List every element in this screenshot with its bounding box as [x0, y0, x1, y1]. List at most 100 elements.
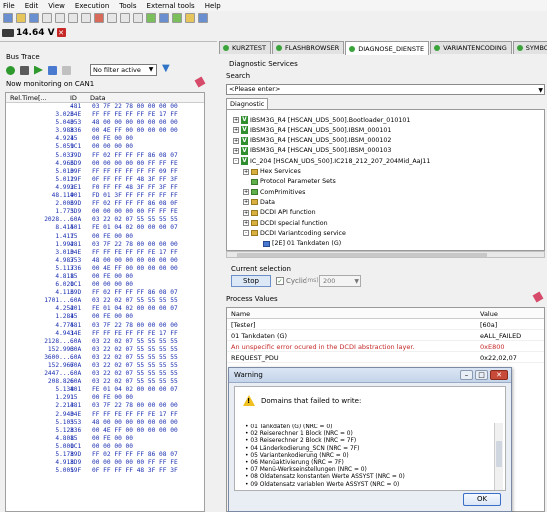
menu-item-tools[interactable]: Tools [119, 2, 136, 10]
menu-item-execution[interactable]: Execution [75, 2, 109, 10]
disconnect-icon[interactable]: ✕ [56, 28, 66, 37]
table-row: 2028.... 60A 03 22 02 07 55 55 55 55 [6, 216, 204, 224]
tree-node[interactable]: + Data [243, 197, 275, 207]
tab-label: VARIANTENCODING [443, 44, 507, 52]
expand-toggle-icon[interactable]: + [233, 127, 239, 134]
eraser-icon[interactable] [194, 76, 206, 88]
trace-id: 15 [70, 232, 78, 240]
expand-toggle-icon[interactable]: + [233, 117, 239, 123]
redo-icon[interactable] [120, 13, 130, 23]
list-item-label: 08 Oldatensatz konstanten Werte ASSYST (… [250, 474, 405, 481]
table-row: 6.020 1C1 00 00 00 00 [6, 281, 204, 289]
pause-icon[interactable] [20, 65, 29, 75]
tab-diagnostic[interactable]: Diagnostic [226, 98, 268, 109]
tree-node[interactable]: - V IC_204 [HSCAN_UDS_500].IC218_212_207_2… [233, 156, 430, 166]
tab-status-icon [516, 45, 523, 51]
tree-node[interactable]: + DCDI API function [243, 208, 316, 218]
find-icon[interactable] [133, 13, 143, 23]
cyclic-label: Cyclic [286, 277, 307, 285]
tree-node[interactable]: - DCDI Variantcoding service [243, 228, 346, 238]
interval-select[interactable]: 200 ▼ [319, 275, 361, 287]
diagnostic-tree[interactable]: + V IBSM3G_R4 [HSCAN_UDS_500].Bootloader_0… [226, 109, 545, 251]
monitor-icon[interactable] [159, 13, 169, 23]
tree-node[interactable]: + V IBSM3G_R4 [HSCAN_UDS_500].IBSM_000102 [233, 136, 391, 146]
copy-icon[interactable] [68, 13, 78, 23]
clear-trace-icon[interactable] [48, 65, 57, 75]
tree-node[interactable]: + DCDI special function [243, 218, 328, 228]
tree-node[interactable]: Protocol Parameter Sets [243, 177, 336, 187]
list-scrollbar[interactable] [494, 423, 503, 490]
tab-variantencoding[interactable]: VARIANTENCODING [430, 41, 512, 54]
table-row: 4.252 401 FE 01 04 02 00 00 00 07 [6, 305, 204, 313]
expand-toggle-icon[interactable]: + [243, 199, 249, 206]
expand-toggle-icon[interactable]: + [233, 147, 239, 154]
print-icon[interactable] [42, 13, 52, 23]
help-icon[interactable] [198, 13, 208, 23]
paste-icon[interactable] [81, 13, 91, 23]
menu-item-file[interactable]: File [3, 2, 15, 10]
trace-id: 481 [70, 240, 82, 248]
undo-icon[interactable] [107, 13, 117, 23]
expand-toggle-icon[interactable]: + [243, 189, 249, 196]
cut-icon[interactable] [55, 13, 65, 23]
cyclic-checkbox[interactable]: ✓ [276, 277, 284, 285]
ecu-variant-icon: V [241, 146, 248, 155]
tools-icon[interactable] [146, 13, 156, 23]
search-input[interactable]: <Please enter> ▼ [226, 84, 545, 95]
trace-data: FE 01 04 02 00 00 00 07 [92, 224, 178, 232]
tree-node[interactable]: + Hex Services [243, 167, 301, 177]
table-row[interactable]: 01 Tankdaten (G) eALL_FAILED [227, 330, 544, 341]
tab-symbo[interactable]: SYMBO [512, 41, 547, 54]
filter-icon[interactable]: ▼ [162, 63, 172, 75]
expand-toggle-icon[interactable]: + [243, 220, 249, 226]
save-icon[interactable] [29, 13, 39, 23]
expand-toggle-icon[interactable]: - [243, 230, 249, 237]
run-icon[interactable] [172, 13, 182, 23]
trace-data: 0F FF FF FF 48 3F FF 3F [92, 175, 178, 183]
delete-icon[interactable] [94, 13, 104, 23]
expand-toggle-icon[interactable]: + [233, 137, 239, 144]
close-button[interactable]: ✕ [490, 370, 508, 380]
tree-node[interactable]: [2E] 01 Tankdaten (G) [255, 239, 341, 249]
tree-node[interactable]: + ComPrimitives [243, 187, 305, 197]
trace-id: 401 [70, 224, 82, 232]
trace-data: 00 FE 00 00 [92, 394, 133, 402]
tab-kurztest[interactable]: KURZTEST [219, 41, 271, 54]
tree-node[interactable]: + V IBSM3G_R4 [HSCAN_UDS_500].Bootloader_0… [233, 115, 410, 125]
trace-id: 481 [70, 321, 82, 329]
menu-item-help[interactable]: Help [205, 2, 221, 10]
menu-item-external-tools[interactable]: External tools [147, 2, 195, 10]
expand-toggle-icon[interactable]: + [243, 168, 249, 175]
expand-toggle-icon[interactable]: - [233, 158, 239, 165]
tree-node[interactable]: + V IBSM3G_R4 [HSCAN_UDS_500].IBSM_000101 [233, 125, 391, 135]
settings-icon[interactable] [185, 13, 195, 23]
table-row[interactable]: REQUEST_PDU 0x22,02,07 [227, 352, 544, 363]
ok-button[interactable]: OK [463, 493, 501, 506]
bus-trace-table[interactable]: Rel.Time[... ID Data -481 03 7F 22 78 00 … [5, 92, 205, 512]
tab-diagnose_dienste[interactable]: DIAGNOSE_DIENSTE [345, 41, 430, 55]
record-icon[interactable] [6, 65, 15, 75]
menu-item-view[interactable]: View [48, 2, 65, 10]
play-icon[interactable] [34, 65, 43, 75]
menu-item-edit[interactable]: Edit [25, 2, 39, 10]
trace-id: 60A [70, 337, 82, 345]
expand-toggle-icon[interactable]: + [243, 209, 249, 216]
maximize-button[interactable]: □ [475, 370, 488, 380]
open-folder-icon[interactable] [16, 13, 26, 23]
stop-button[interactable]: Stop [231, 275, 271, 287]
minimize-button[interactable]: – [460, 370, 473, 380]
table-row[interactable]: An unspecific error ocured in the DCDI a… [227, 341, 544, 352]
trace-id: 401 [70, 386, 82, 394]
tree-hscrollbar[interactable] [226, 251, 545, 258]
tab-flashbrowser[interactable]: FLASHBROWSER [272, 41, 345, 54]
trace-id: 15 [70, 272, 78, 280]
trace-id: 19F [70, 175, 82, 183]
new-icon[interactable] [3, 13, 13, 23]
battery-icon [2, 28, 14, 37]
tab-bar: KURZTEST FLASHBROWSER DIAGNOSE_DIENSTE VARI… [219, 41, 547, 55]
filter-select[interactable]: No filter active ▼ [90, 64, 157, 76]
table-row: 1.291 15 00 FE 00 00 [6, 394, 204, 402]
save-trace-icon[interactable] [62, 65, 71, 75]
tree-node[interactable]: + V IBSM3G_R4 [HSCAN_UDS_500].IBSM_000103 [233, 146, 391, 156]
table-row[interactable]: [Tester] [60a] [227, 319, 544, 330]
